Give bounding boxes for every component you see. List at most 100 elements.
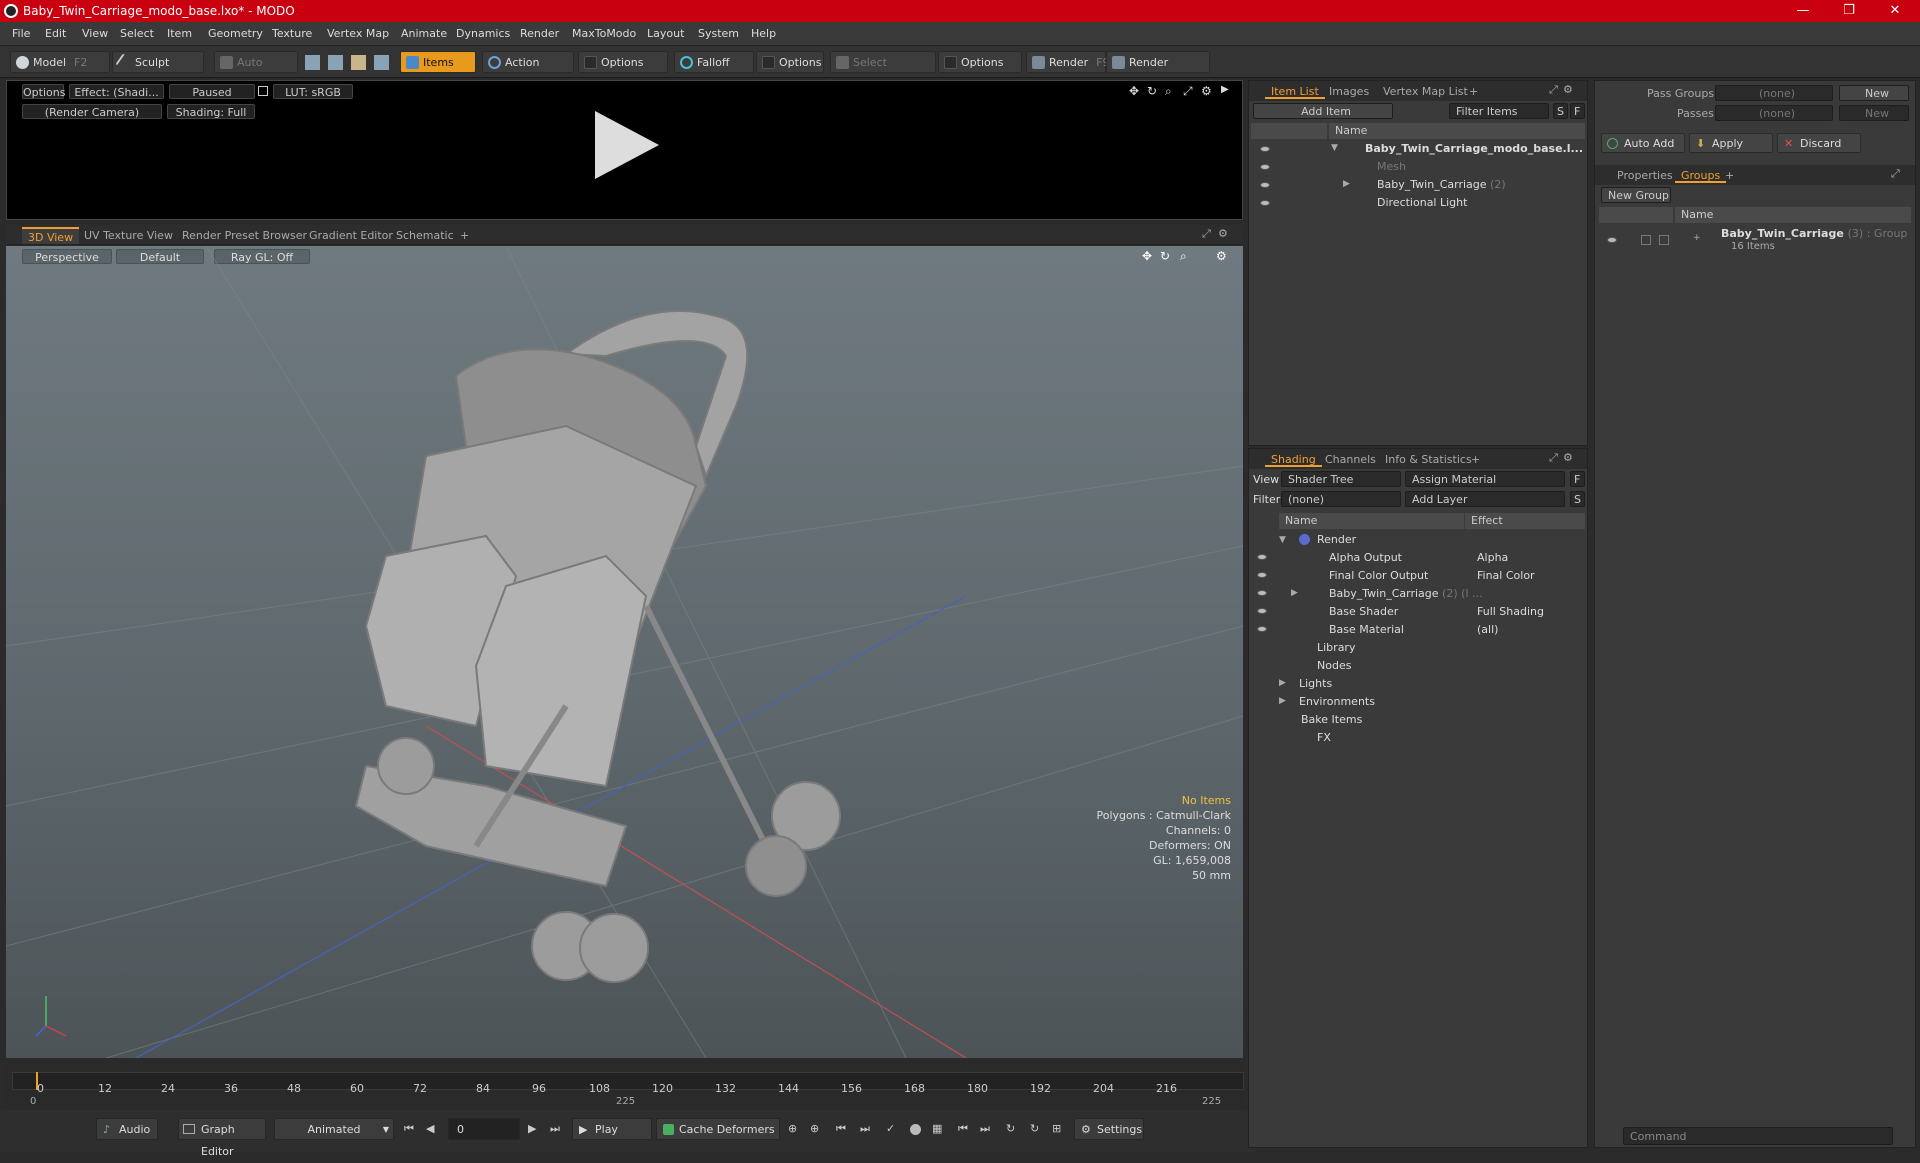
3d-viewport[interactable]: Perspective Default Ray GL: Off ✥ ↻ ⌕ ⚙	[6, 246, 1243, 1058]
edges-mode-icon[interactable]	[328, 55, 343, 70]
tab-info-statistics[interactable]: Info & Statistics	[1379, 452, 1478, 467]
prev-marker-icon[interactable]: ⏮	[958, 1122, 968, 1136]
filter-items-input[interactable]: Filter Items	[1449, 103, 1549, 119]
eye-icon[interactable]	[1257, 608, 1267, 614]
maximize-icon[interactable]: ⤢	[1183, 84, 1193, 99]
next-key-icon[interactable]: ⏭	[860, 1122, 870, 1136]
tab-vertex-map-list[interactable]: Vertex Map List	[1377, 84, 1474, 99]
play-icon[interactable]	[595, 111, 659, 179]
tab-properties[interactable]: Properties	[1611, 168, 1679, 183]
shader-row-base-material[interactable]: Base Material	[1329, 623, 1404, 636]
tab-item-list[interactable]: Item List	[1265, 84, 1325, 99]
tab-3d-view[interactable]: 3D View	[22, 227, 80, 244]
expand-plus-icon[interactable]: +	[1693, 233, 1701, 243]
add-tab-icon[interactable]: +	[454, 227, 475, 244]
item-row-carriage[interactable]: Baby_Twin_Carriage (2)	[1377, 178, 1506, 191]
filter-f-button[interactable]: F	[1570, 103, 1585, 119]
add-tab-icon[interactable]: +	[1465, 452, 1486, 467]
new-group-button[interactable]: New Group	[1601, 187, 1671, 203]
prev-key-icon[interactable]: ⏮	[836, 1122, 846, 1136]
shader-row-environments[interactable]: Environments	[1299, 695, 1375, 708]
new-pass-group-button[interactable]: New	[1839, 85, 1909, 101]
timeline-ruler[interactable]	[12, 1072, 1244, 1090]
pass-groups-dropdown[interactable]: (none)	[1715, 85, 1833, 101]
shader-row-fx[interactable]: FX	[1317, 731, 1331, 744]
shader-row-final-color[interactable]: Final Color Output	[1329, 569, 1428, 582]
loop-icon[interactable]: ↻	[1006, 1122, 1015, 1135]
item-row-mesh[interactable]: Mesh	[1377, 160, 1406, 173]
eye-icon[interactable]	[1260, 182, 1270, 188]
render-camera-dropdown[interactable]: (Render Camera)	[22, 104, 162, 119]
play-button[interactable]: ▶ Play	[572, 1118, 652, 1140]
group-row-name[interactable]: Baby_Twin_Carriage (3) : Group	[1721, 227, 1907, 240]
expand-triangle-icon[interactable]: ▶	[1279, 696, 1286, 706]
filter-s-button[interactable]: S	[1553, 103, 1568, 119]
animated-dropdown[interactable]: Animated ▼	[274, 1118, 394, 1140]
menu-maxtomodo[interactable]: MaxToModo	[572, 27, 636, 40]
checkbox-icon[interactable]	[1659, 235, 1669, 245]
preview-paused-button[interactable]: Paused	[169, 84, 255, 99]
move-icon[interactable]: ✥	[1129, 84, 1139, 98]
eye-icon[interactable]	[1260, 200, 1270, 206]
effect-full-shading[interactable]: Full Shading	[1477, 605, 1544, 618]
graph-editor-button[interactable]: Graph Editor	[178, 1118, 266, 1158]
tab-images[interactable]: Images	[1323, 84, 1375, 99]
chevron-right-icon[interactable]: ▶	[1221, 84, 1229, 95]
menu-vertex-map[interactable]: Vertex Map	[327, 27, 389, 40]
eye-icon[interactable]	[1257, 626, 1267, 632]
command-input[interactable]: Command	[1623, 1127, 1893, 1145]
eye-icon[interactable]	[1260, 164, 1270, 170]
next-marker-icon[interactable]: ⏭	[980, 1122, 990, 1136]
shader-row-render[interactable]: Render	[1317, 533, 1356, 546]
preview-effect-dropdown[interactable]: Effect: (Shadi...	[69, 84, 164, 99]
lock-icon[interactable]	[258, 86, 268, 96]
ping-pong-icon[interactable]: ↻	[1030, 1122, 1039, 1135]
filter-dropdown[interactable]: (none)	[1281, 491, 1401, 507]
add-layer-dropdown[interactable]: Add Layer	[1405, 491, 1565, 507]
prev-frame-icon[interactable]: ◀	[426, 1122, 434, 1135]
key-icon[interactable]: ⊕	[788, 1122, 797, 1135]
settings-button[interactable]: ⚙ Settings	[1074, 1118, 1144, 1140]
maximize-icon[interactable]: ⤢	[1891, 167, 1900, 181]
snap-icon[interactable]: ⊞	[1052, 1122, 1061, 1135]
menu-item[interactable]: Item	[167, 27, 192, 40]
effect-alpha[interactable]: Alpha	[1477, 551, 1508, 564]
gear-icon[interactable]: ⚙	[1218, 227, 1228, 240]
minimize-button[interactable]: —	[1780, 0, 1826, 22]
gear-icon[interactable]: ⚙	[1201, 84, 1212, 98]
menu-view[interactable]: View	[82, 27, 108, 40]
menu-edit[interactable]: Edit	[45, 27, 66, 40]
shader-row-nodes[interactable]: Nodes	[1317, 659, 1351, 672]
preview-options-button[interactable]: Options	[22, 84, 65, 99]
shading-s-button[interactable]: S	[1570, 491, 1585, 507]
expand-triangle-icon[interactable]: ▶	[1343, 179, 1350, 189]
next-frame-icon[interactable]: ▶	[528, 1122, 536, 1135]
tab-render-preset-browser[interactable]: Render Preset Browser	[176, 227, 313, 244]
menu-dynamics[interactable]: Dynamics	[456, 27, 510, 40]
action-center-button[interactable]: Action Center	[482, 51, 574, 91]
checkbox-icon[interactable]	[1641, 235, 1651, 245]
auto-key-icon[interactable]: ✓	[886, 1122, 895, 1135]
shading-effect-header[interactable]: Effect	[1465, 513, 1585, 529]
cache-deformers-button[interactable]: Cache Deformers	[656, 1118, 780, 1140]
tab-shading[interactable]: Shading	[1265, 452, 1322, 467]
group-name-header[interactable]: Name	[1675, 207, 1911, 223]
auto-select-button[interactable]: Auto Select	[214, 51, 298, 91]
menu-select[interactable]: Select	[120, 27, 154, 40]
tab-schematic[interactable]: Schematic	[390, 227, 460, 244]
maximize-icon[interactable]: ⤢	[1202, 227, 1211, 241]
discard-button[interactable]: ✕ Discard	[1777, 133, 1861, 153]
menu-geometry[interactable]: Geometry	[208, 27, 263, 40]
maximize-button[interactable]: ❐	[1826, 0, 1872, 22]
collapse-triangle-icon[interactable]: ▼	[1279, 535, 1286, 545]
tab-gradient-editor[interactable]: Gradient Editor	[303, 227, 399, 244]
tab-channels[interactable]: Channels	[1319, 452, 1382, 467]
shading-name-header[interactable]: Name	[1279, 513, 1464, 529]
shader-row-bake-items[interactable]: Bake Items	[1301, 713, 1362, 726]
auto-add-button[interactable]: Auto Add	[1601, 133, 1685, 153]
passes-dropdown[interactable]: (none)	[1715, 105, 1833, 121]
close-button[interactable]: ✕	[1872, 0, 1918, 22]
maximize-icon[interactable]: ⤢	[1549, 451, 1558, 465]
collapse-triangle-icon[interactable]: ▼	[1331, 143, 1338, 153]
shader-row-library[interactable]: Library	[1317, 641, 1355, 654]
